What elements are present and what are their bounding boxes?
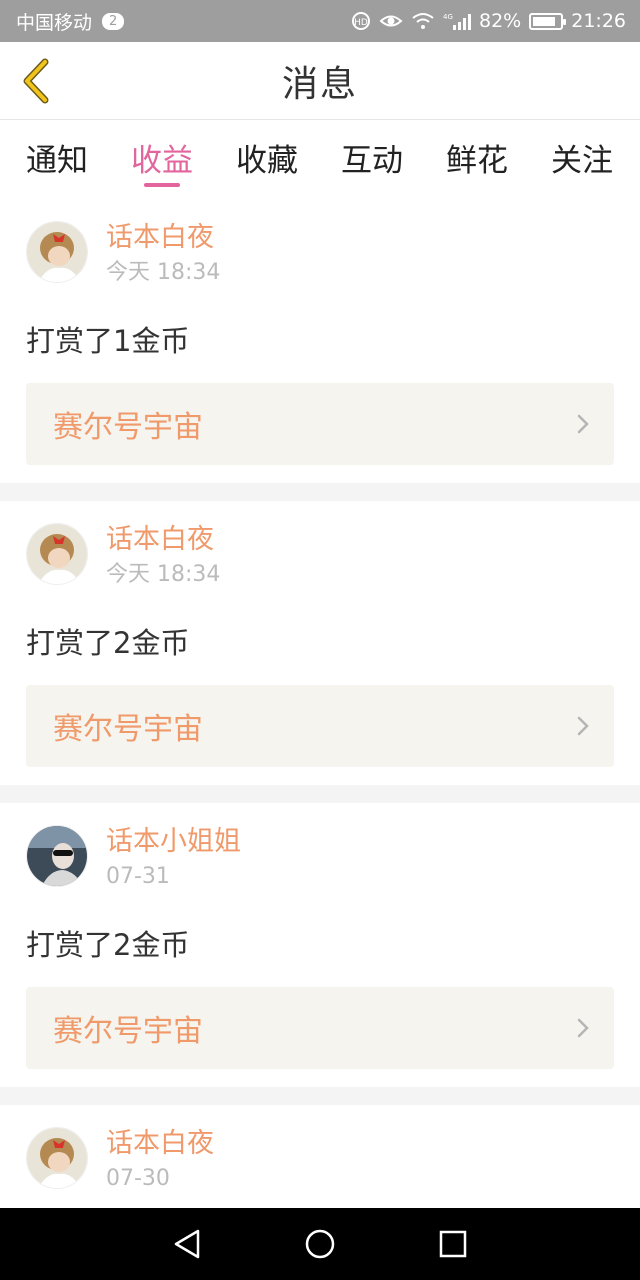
chevron-right-icon bbox=[577, 414, 589, 434]
clock: 21:26 bbox=[571, 10, 626, 32]
nav-back-button[interactable] bbox=[162, 1219, 212, 1269]
work-title: 赛尔号宇宙 bbox=[53, 410, 203, 445]
square-recents-icon bbox=[440, 1230, 467, 1258]
sim-badge: 2 bbox=[102, 12, 125, 30]
nav-recents-button[interactable] bbox=[428, 1219, 478, 1269]
message-card: 话本白夜 今天 18:34 打赏了2金币 赛尔号宇宙 bbox=[0, 501, 640, 785]
chevron-right-icon bbox=[577, 716, 589, 736]
work-link[interactable]: 赛尔号宇宙 bbox=[26, 383, 614, 465]
avatar[interactable] bbox=[26, 1127, 88, 1189]
tab-label: 关注 bbox=[551, 143, 613, 179]
message-time: 07-30 bbox=[106, 1166, 170, 1191]
message-time: 07-31 bbox=[106, 864, 170, 889]
active-tab-indicator bbox=[144, 183, 180, 187]
tab-label: 鲜花 bbox=[446, 143, 508, 179]
message-text: 打赏了2金币 bbox=[26, 626, 190, 660]
message-list[interactable]: 话本白夜 今天 18:34 打赏了1金币 赛尔号宇宙 话本白夜 今天 18:34… bbox=[0, 199, 640, 1208]
triangle-back-icon bbox=[174, 1229, 199, 1259]
tab-label: 收益 bbox=[131, 143, 193, 179]
tab-notice[interactable]: 通知 bbox=[26, 121, 88, 199]
work-title: 赛尔号宇宙 bbox=[53, 712, 203, 747]
tab-label: 收藏 bbox=[236, 143, 298, 179]
avatar[interactable] bbox=[26, 523, 88, 585]
back-button[interactable] bbox=[14, 56, 58, 106]
chevron-left-icon bbox=[23, 58, 49, 104]
svg-text:HD: HD bbox=[354, 18, 368, 28]
system-nav-bar bbox=[0, 1208, 640, 1280]
message-time: 今天 18:34 bbox=[106, 562, 221, 587]
circle-home-icon bbox=[305, 1229, 335, 1259]
user-name[interactable]: 话本白夜 bbox=[106, 1125, 214, 1163]
tab-flowers[interactable]: 鲜花 bbox=[446, 121, 508, 199]
nav-home-button[interactable] bbox=[295, 1219, 345, 1269]
page-title: 消息 bbox=[281, 63, 358, 105]
battery-percent: 82% bbox=[479, 10, 522, 32]
chevron-right-icon bbox=[577, 1018, 589, 1038]
tab-favorites[interactable]: 收藏 bbox=[236, 121, 298, 199]
header: 消息 bbox=[0, 42, 640, 120]
message-card: 话本白夜 今天 18:34 打赏了1金币 赛尔号宇宙 bbox=[0, 199, 640, 483]
avatar[interactable] bbox=[26, 221, 88, 283]
user-name[interactable]: 话本小姐姐 bbox=[106, 823, 241, 861]
hd-call-icon: HD bbox=[351, 11, 371, 31]
message-time: 今天 18:34 bbox=[106, 260, 221, 285]
message-text: 打赏了1金币 bbox=[26, 324, 190, 358]
message-card: 话本小姐姐 07-31 打赏了2金币 赛尔号宇宙 bbox=[0, 803, 640, 1087]
user-name[interactable]: 话本白夜 bbox=[106, 219, 220, 257]
tab-label: 通知 bbox=[26, 143, 88, 179]
eye-icon bbox=[379, 12, 403, 30]
tab-label: 互动 bbox=[341, 143, 403, 179]
work-link[interactable]: 赛尔号宇宙 bbox=[26, 685, 614, 767]
user-name[interactable]: 话本白夜 bbox=[106, 521, 220, 559]
tab-earnings[interactable]: 收益 bbox=[131, 121, 193, 199]
battery-icon bbox=[529, 12, 567, 30]
work-title: 赛尔号宇宙 bbox=[53, 1014, 203, 1049]
status-bar: 中国移动 2 HD 4G 82% 21:26 bbox=[0, 0, 640, 42]
tab-bar: 通知 收益 收藏 互动 鲜花 关注 bbox=[0, 121, 640, 199]
carrier-label: 中国移动 bbox=[16, 11, 93, 34]
signal-icon: 4G bbox=[443, 12, 471, 30]
message-text: 打赏了2金币 bbox=[26, 928, 190, 962]
tab-interaction[interactable]: 互动 bbox=[341, 121, 403, 199]
tab-follow[interactable]: 关注 bbox=[551, 121, 613, 199]
message-card: 话本白夜 07-30 bbox=[0, 1105, 640, 1208]
work-link[interactable]: 赛尔号宇宙 bbox=[26, 987, 614, 1069]
network-type-label: 4G bbox=[443, 13, 453, 21]
avatar[interactable] bbox=[26, 825, 88, 887]
wifi-icon bbox=[411, 12, 435, 30]
